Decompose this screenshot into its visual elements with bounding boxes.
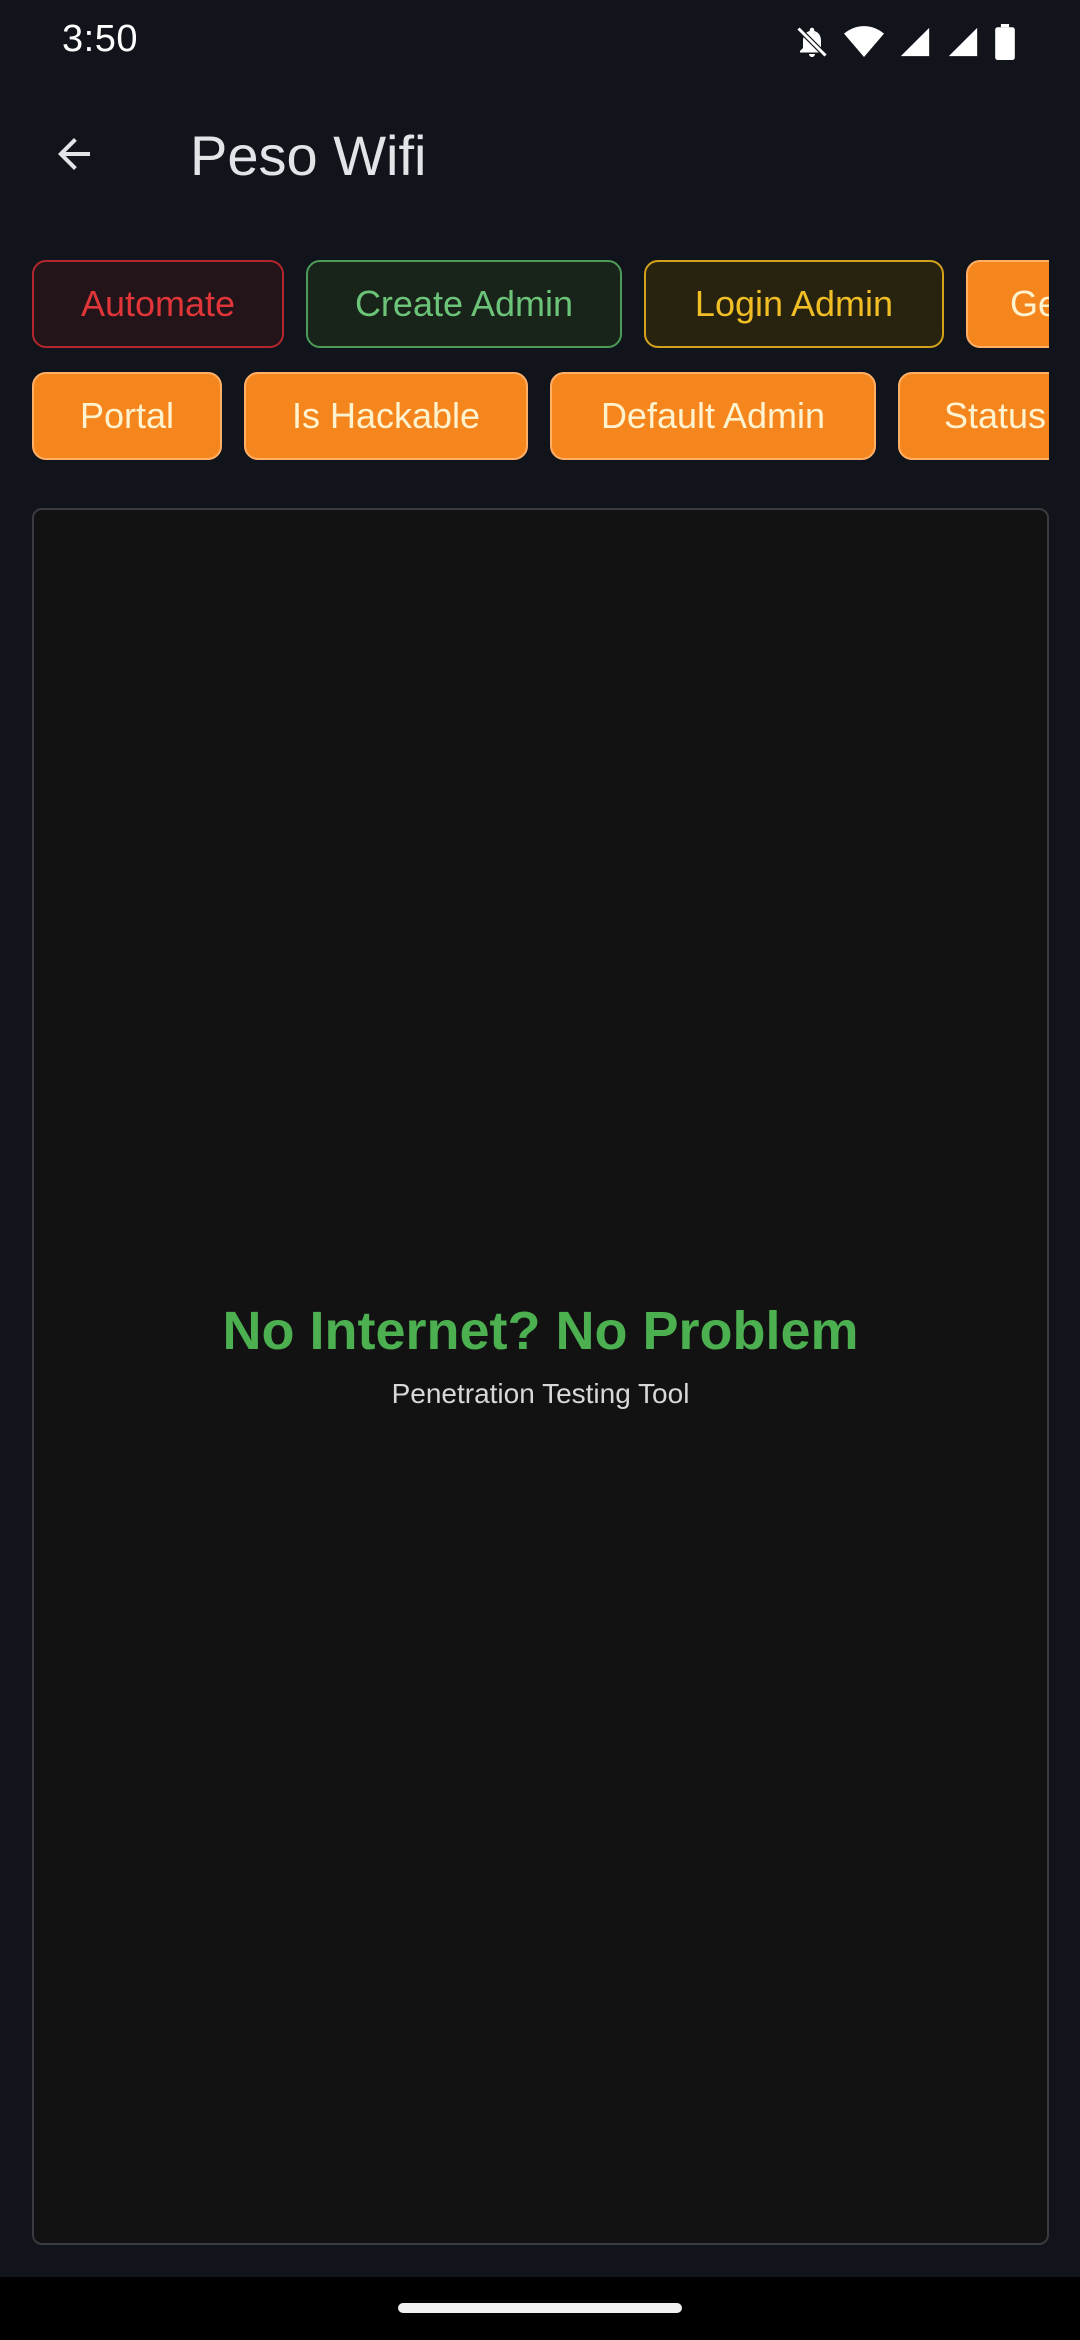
status-icons [794, 20, 1016, 64]
navigation-bar [0, 2277, 1080, 2340]
signal-icon [946, 25, 980, 59]
create-admin-button[interactable]: Create Admin [306, 260, 622, 348]
panel-subtitle: Penetration Testing Tool [391, 1378, 690, 1409]
status-button[interactable]: Status [898, 372, 1049, 460]
empty-state: No Internet? No Problem Penetration Test… [34, 1298, 1047, 1410]
app-bar: Peso Wifi [0, 84, 1080, 226]
automate-button[interactable]: Automate [32, 260, 284, 348]
wifi-icon [844, 25, 884, 59]
panel-headline: No Internet? No Problem [222, 1301, 859, 1361]
battery-icon [994, 24, 1016, 60]
output-panel[interactable]: No Internet? No Problem Penetration Test… [32, 508, 1049, 2245]
actions-row-1[interactable]: Automate Create Admin Login Admin Ge [32, 260, 1049, 356]
arrow-back-icon [50, 130, 98, 183]
is-hackable-button[interactable]: Is Hackable [244, 372, 528, 460]
actions-row-2[interactable]: Portal Is Hackable Default Admin Status [32, 372, 1049, 468]
signal-icon [898, 25, 932, 59]
login-admin-button[interactable]: Login Admin [644, 260, 944, 348]
home-gesture-handle[interactable] [398, 2303, 682, 2313]
page-title: Peso Wifi [190, 124, 427, 187]
status-time: 3:50 [62, 18, 138, 60]
notifications-off-icon [794, 23, 830, 61]
generate-button[interactable]: Ge [966, 260, 1049, 348]
default-admin-button[interactable]: Default Admin [550, 372, 876, 460]
back-button[interactable] [38, 120, 110, 192]
status-bar: 3:50 [0, 0, 1080, 84]
portal-button[interactable]: Portal [32, 372, 222, 460]
